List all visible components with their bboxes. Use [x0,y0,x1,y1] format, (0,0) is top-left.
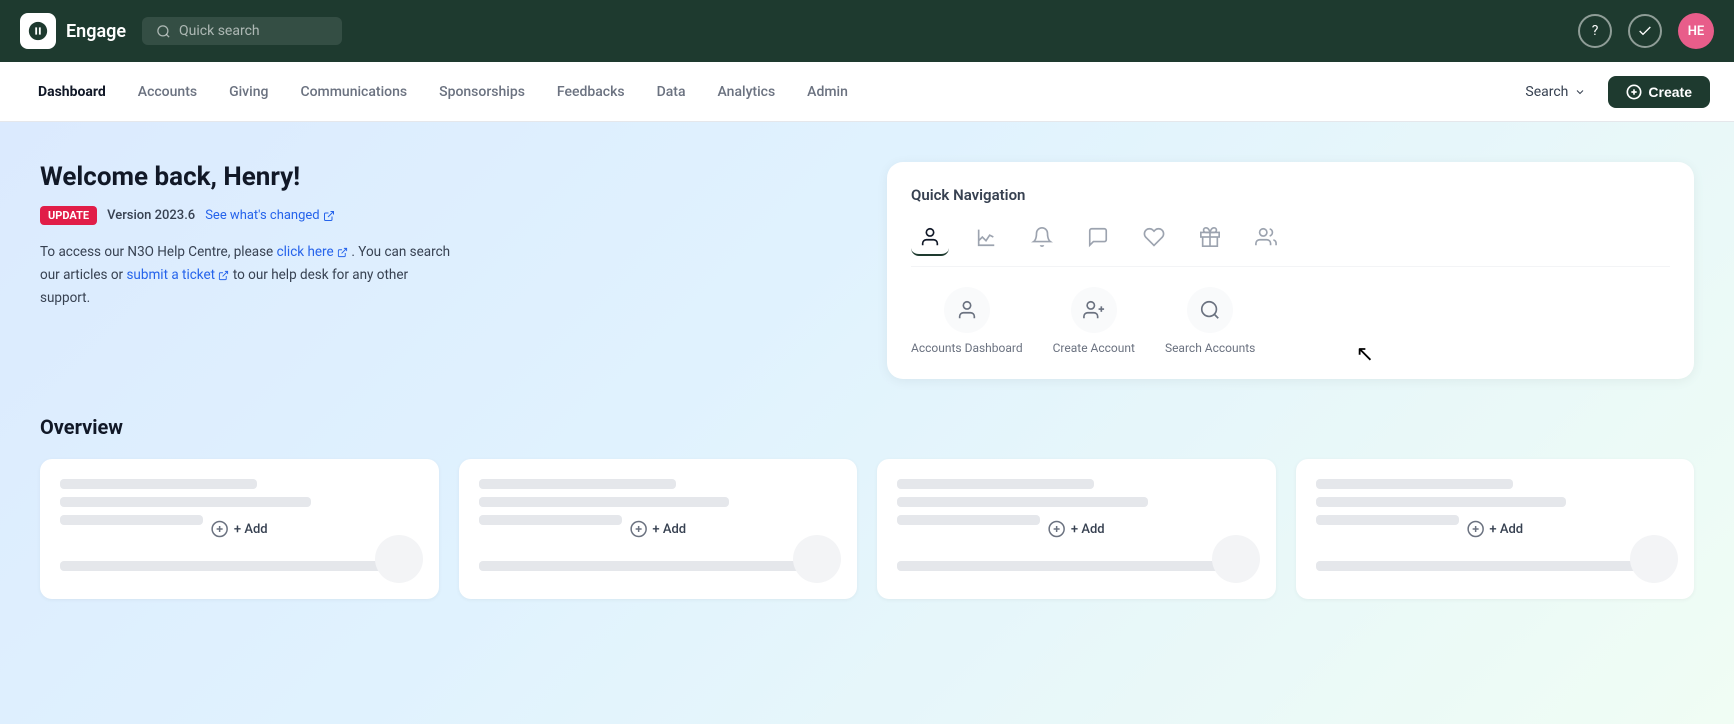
nav-tab-gift[interactable] [1191,220,1229,256]
add-button-2[interactable]: + Add [629,520,686,538]
welcome-section: Welcome back, Henry! UPDATE Version 2023… [40,162,847,379]
nav-item-sponsorships[interactable]: Sponsorships [425,76,539,108]
nav-item-dashboard[interactable]: Dashboard [24,76,120,108]
nav-item-admin[interactable]: Admin [793,76,862,108]
overview-card-3: + Add [877,459,1276,599]
nav-item-feedbacks[interactable]: Feedbacks [543,76,639,108]
search-accounts-action[interactable]: Search Accounts [1165,287,1255,355]
nav-tab-heart[interactable] [1135,220,1173,256]
nav-item-accounts[interactable]: Accounts [124,76,211,108]
nav-tab-chart[interactable] [967,220,1005,256]
skeleton-line [479,515,622,525]
add-label-2: + Add [652,522,686,537]
app-name: Engage [66,21,126,42]
update-row: UPDATE Version 2023.6 See what's changed [40,206,847,225]
skeleton-line [1316,497,1567,507]
nav-item-communications[interactable]: Communications [286,76,421,108]
skeleton-line [479,561,802,571]
skeleton-line [897,497,1148,507]
user-avatar[interactable]: HE [1678,13,1714,49]
add-button-3[interactable]: + Add [1048,520,1105,538]
skeleton-line [479,479,676,489]
app-logo [20,13,56,49]
content-grid: Welcome back, Henry! UPDATE Version 2023… [40,162,1694,379]
create-button[interactable]: Create [1608,76,1710,108]
skeleton-line [897,479,1094,489]
logo-wrap[interactable]: Engage [20,13,126,49]
search-accounts-icon [1187,287,1233,333]
update-badge: UPDATE [40,206,97,225]
accounts-dashboard-action[interactable]: Accounts Dashboard [911,287,1023,355]
skeleton-line [60,515,203,525]
add-button-1[interactable]: + Add [211,520,268,538]
search-nav-button[interactable]: Search [1515,78,1596,106]
main-content: Welcome back, Henry! UPDATE Version 2023… [0,122,1734,724]
nav-item-giving[interactable]: Giving [215,76,282,108]
nav-tab-chat[interactable] [1079,220,1117,256]
help-text: To access our N3O Help Centre, please cl… [40,241,460,310]
skeleton-line [1316,561,1639,571]
tasks-icon-button[interactable] [1628,14,1662,48]
skeleton-line [60,479,257,489]
skeleton-circle [375,535,423,583]
skeleton-circle [1212,535,1260,583]
help-label: ? [1592,23,1599,39]
quick-nav-actions: Accounts Dashboard Create Account [911,287,1670,355]
overview-section: Overview + Add [40,415,1694,599]
nav-item-data[interactable]: Data [643,76,700,108]
overview-title: Overview [40,415,1694,439]
nav-tab-group[interactable] [1247,220,1285,256]
quick-nav-card: Quick Navigation [887,162,1694,379]
click-here-link[interactable]: click here [277,244,352,260]
overview-card-4: + Add [1296,459,1695,599]
add-label-1: + Add [234,522,268,537]
nav-item-analytics[interactable]: Analytics [704,76,790,108]
overview-cards: + Add + Add [40,459,1694,599]
nav-tab-bell[interactable] [1023,220,1061,256]
topbar: Engage Quick search ? HE [0,0,1734,62]
skeleton-circle [1630,535,1678,583]
skeleton-line [1316,479,1513,489]
skeleton-line [60,497,311,507]
search-nav-label: Search [1525,84,1568,100]
accounts-dashboard-icon [944,287,990,333]
create-account-label: Create Account [1053,341,1135,355]
secondary-nav: Dashboard Accounts Giving Communications… [0,62,1734,122]
skeleton-line [479,497,730,507]
accounts-dashboard-label: Accounts Dashboard [911,341,1023,355]
skeleton-line [60,561,383,571]
changes-link[interactable]: See what's changed [205,208,334,223]
search-placeholder: Quick search [179,23,260,39]
avatar-initials: HE [1688,24,1705,39]
skeleton-line [1316,515,1459,525]
add-button-4[interactable]: + Add [1466,520,1523,538]
create-label: Create [1648,84,1692,100]
create-account-action[interactable]: Create Account [1053,287,1135,355]
add-label-3: + Add [1071,522,1105,537]
skeleton-line [897,515,1040,525]
add-label-4: + Add [1489,522,1523,537]
skeleton-circle [793,535,841,583]
overview-card-2: + Add [459,459,858,599]
overview-card-1: + Add [40,459,439,599]
quick-nav-title: Quick Navigation [911,186,1670,204]
nav-tab-accounts[interactable] [911,220,949,256]
help-icon-button[interactable]: ? [1578,14,1612,48]
global-search[interactable]: Quick search [142,17,342,45]
submit-ticket-link[interactable]: submit a ticket [126,267,232,283]
nav-right: Search Create [1515,76,1710,108]
topbar-right: ? HE [1578,13,1714,49]
welcome-title: Welcome back, Henry! [40,162,847,192]
version-text: Version 2023.6 [107,208,195,223]
create-account-icon [1071,287,1117,333]
quick-nav-icon-tabs [911,220,1670,267]
search-accounts-label: Search Accounts [1165,341,1255,355]
skeleton-line [897,561,1220,571]
